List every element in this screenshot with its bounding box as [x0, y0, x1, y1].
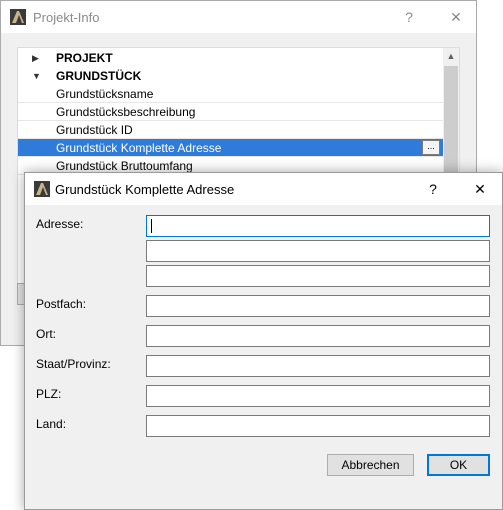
- text-caret: [151, 219, 152, 233]
- tree-item-label: Grundstücksname: [56, 87, 154, 101]
- plz-label: PLZ:: [36, 387, 62, 401]
- tree-item-grundstueck-id[interactable]: Grundstück ID: [18, 121, 444, 139]
- archicad-app-icon: [10, 9, 26, 25]
- tree-item-label: Grundstück ID: [56, 123, 133, 137]
- ort-label: Ort:: [36, 327, 56, 341]
- collapse-arrow-icon[interactable]: ▼: [32, 67, 41, 85]
- tree-item-grundstuecksbeschreibung[interactable]: Grundstücksbeschreibung: [18, 103, 444, 121]
- tree-group-label: GRUNDSTÜCK: [56, 69, 142, 83]
- close-button[interactable]: ✕: [441, 3, 471, 31]
- tree-group-projekt[interactable]: ▶ PROJEKT: [18, 49, 444, 67]
- staat-provinz-input[interactable]: [146, 355, 490, 377]
- cancel-button[interactable]: Abbrechen: [327, 454, 414, 476]
- ort-input[interactable]: [146, 325, 490, 347]
- edit-address-button[interactable]: ...: [422, 140, 440, 155]
- projekt-info-titlebar[interactable]: Projekt-Info ? ✕: [1, 1, 476, 33]
- land-label: Land:: [36, 417, 67, 431]
- tree-item-label: Grundstück Komplette Adresse: [56, 141, 222, 155]
- land-input[interactable]: [146, 415, 490, 437]
- window-title: Projekt-Info: [33, 10, 100, 25]
- plz-input[interactable]: [146, 385, 490, 407]
- address-label: Adresse:: [36, 217, 84, 231]
- tree-group-label: PROJEKT: [56, 51, 113, 65]
- help-button[interactable]: ?: [418, 175, 448, 203]
- close-button[interactable]: ✕: [465, 175, 495, 203]
- address-line-1-input[interactable]: [146, 215, 490, 237]
- dialog-title: Grundstück Komplette Adresse: [55, 182, 235, 197]
- address-dialog: Grundstück Komplette Adresse ? ✕ Adresse…: [24, 172, 503, 510]
- tree-item-grundstuecksname[interactable]: Grundstücksname: [18, 85, 444, 103]
- postfach-label: Postfach:: [36, 297, 87, 311]
- address-dialog-titlebar[interactable]: Grundstück Komplette Adresse ? ✕: [25, 173, 502, 205]
- address-line-3-input[interactable]: [146, 265, 490, 287]
- archicad-app-icon: [34, 181, 50, 197]
- expand-arrow-icon[interactable]: ▶: [32, 49, 39, 67]
- tree-group-grundstueck[interactable]: ▼ GRUNDSTÜCK: [18, 67, 444, 85]
- tree-item-komplette-adresse[interactable]: Grundstück Komplette Adresse ...: [18, 139, 444, 157]
- scroll-up-arrow-icon[interactable]: ▲: [443, 48, 459, 64]
- postfach-input[interactable]: [146, 295, 490, 317]
- staat-provinz-label: Staat/Provinz:: [36, 357, 111, 371]
- tree-item-label: Grundstücksbeschreibung: [56, 105, 196, 119]
- ok-button[interactable]: OK: [427, 454, 490, 476]
- address-line-2-input[interactable]: [146, 240, 490, 262]
- help-button[interactable]: ?: [394, 3, 424, 31]
